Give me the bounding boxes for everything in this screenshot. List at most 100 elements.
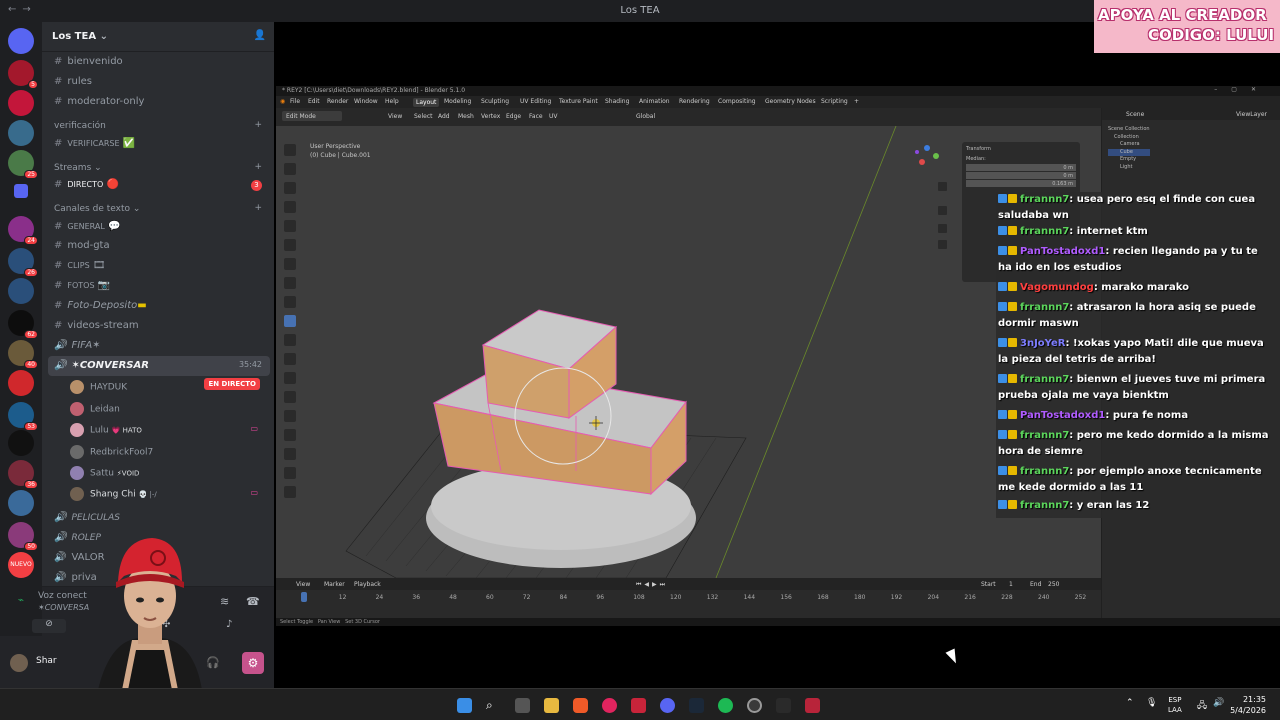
timeline[interactable]: View Marker Playback ⏮◀▶⏭ Start 1 End 25… — [276, 578, 1101, 618]
channel-item[interactable]: # videos-stream — [48, 316, 270, 336]
workspace-tab[interactable]: Scripting — [821, 98, 848, 105]
workspace-tab[interactable]: Layout — [413, 98, 440, 107]
playback-controls-icon[interactable]: ⏮◀▶⏭ — [636, 581, 668, 589]
window-controls-icon[interactable]: –▢✕ — [1214, 86, 1270, 93]
menu-vertex[interactable]: Vertex — [481, 113, 500, 120]
workspace-tab[interactable]: Animation — [639, 98, 670, 105]
voice-channel-active[interactable]: 🔊 ✶CONVERSAR 35:42 — [48, 356, 270, 376]
workspace-tab[interactable]: Compositing — [718, 98, 756, 105]
discord-icon[interactable] — [660, 698, 675, 713]
outliner-tree[interactable]: Scene Collection Collection Camera Cube … — [1108, 126, 1150, 171]
settings-gear-icon[interactable]: ⚙ — [242, 652, 264, 674]
server-icon[interactable]: 62 — [8, 310, 38, 339]
channel-item[interactable]: # DIRECTO 🔴 3 — [48, 175, 270, 195]
menu-face[interactable]: Face — [529, 113, 543, 120]
timeline-marker-menu[interactable]: Marker — [324, 581, 345, 588]
playhead[interactable] — [301, 592, 307, 602]
menu-file[interactable]: File — [290, 98, 300, 105]
voice-user[interactable]: RedbrickFool7 — [70, 441, 270, 461]
app-icon[interactable] — [805, 698, 820, 713]
soundboard-icon[interactable]: ♪ — [226, 619, 232, 630]
workspace-tab[interactable]: Rendering — [679, 98, 710, 105]
user-avatar[interactable] — [10, 654, 28, 672]
server-icon[interactable] — [8, 90, 34, 116]
mode-select[interactable]: Edit Mode — [282, 111, 342, 121]
menu-edit[interactable]: Edit — [308, 98, 320, 105]
start-frame-value[interactable]: 1 — [1009, 581, 1013, 588]
search-icon[interactable]: ⌕ — [486, 698, 501, 713]
folder-icon[interactable] — [14, 184, 28, 198]
menu-edge[interactable]: Edge — [506, 113, 521, 120]
channel-item[interactable]: # VERIFICARSE ✅ — [48, 134, 270, 154]
timeline-playback-menu[interactable]: Playback — [354, 581, 381, 588]
file-explorer-icon[interactable] — [544, 698, 559, 713]
network-icon[interactable]: 🖧 — [1197, 698, 1207, 714]
app-icon[interactable] — [631, 698, 646, 713]
server-icon[interactable] — [8, 278, 34, 304]
server-icon[interactable] — [8, 430, 34, 456]
voice-channel[interactable]: 🔊 PELICULAS — [48, 508, 270, 528]
channel-item[interactable]: # bienvenido — [48, 52, 270, 72]
menu-uv[interactable]: UV — [549, 113, 558, 120]
voice-user[interactable]: Shang Chi 💀 |-/▭ — [70, 483, 270, 503]
disconnect-icon[interactable]: ☎ — [246, 595, 260, 608]
channel-item[interactable]: # GENERAL 💬 — [48, 217, 270, 237]
server-icon[interactable] — [8, 370, 34, 396]
workspace-tab[interactable]: Texture Paint — [559, 98, 598, 105]
camera-off-button[interactable]: ⊘ — [32, 619, 66, 633]
discord-home-icon[interactable] — [8, 28, 34, 54]
end-frame-value[interactable]: 250 — [1048, 581, 1059, 588]
language-indicator[interactable]: ESP LAA — [1168, 695, 1182, 715]
steam-icon[interactable] — [689, 698, 704, 713]
workspace-tab[interactable]: Geometry Nodes — [765, 98, 816, 105]
menu-render[interactable]: Render — [327, 98, 348, 105]
orientation-select[interactable]: Global — [636, 113, 655, 120]
voice-user[interactable]: Leidan — [70, 398, 270, 418]
noise-suppression-icon[interactable]: ≋ — [220, 595, 229, 608]
channel-item[interactable]: # rules — [48, 72, 270, 92]
toolbar[interactable] — [284, 144, 298, 534]
server-icon[interactable]: 24 — [8, 216, 38, 245]
new-server-badge[interactable]: NUEVO — [8, 552, 34, 578]
start-icon[interactable] — [457, 698, 472, 713]
menu-help[interactable]: Help — [385, 98, 399, 105]
epic-games-icon[interactable] — [776, 698, 791, 713]
voice-user[interactable]: Lulu 💗 HATO ▭ — [70, 419, 270, 439]
obs-icon[interactable] — [747, 698, 762, 713]
invite-icon[interactable]: 👤 — [254, 30, 266, 41]
add-workspace-icon[interactable]: + — [854, 98, 859, 105]
server-icon[interactable]: 36 — [8, 460, 38, 489]
task-view-icon[interactable] — [515, 698, 530, 713]
menu-add[interactable]: Add — [438, 113, 450, 120]
brave-icon[interactable] — [573, 698, 588, 713]
server-header[interactable]: Los TEA ⌄ 👤 — [42, 22, 274, 52]
server-icon[interactable]: 25 — [8, 150, 38, 179]
channel-item[interactable]: # CLIPS 🎞 — [48, 256, 270, 276]
voice-user[interactable]: HAYDUK EN DIRECTO — [70, 376, 270, 396]
menu-window[interactable]: Window — [354, 98, 378, 105]
channel-item[interactable]: # moderator-only — [48, 92, 270, 112]
server-icon[interactable] — [8, 120, 34, 146]
volume-icon[interactable]: 🔊 — [1213, 698, 1224, 708]
tray-chevron-icon[interactable]: ⌃ — [1126, 698, 1134, 708]
clock[interactable]: 21:35 5/4/2026 — [1230, 694, 1266, 716]
server-icon[interactable]: 53 — [8, 402, 38, 431]
media-player-icon[interactable] — [602, 698, 617, 713]
menu-view[interactable]: View — [388, 113, 402, 120]
channel-item[interactable]: # Foto-Deposito▬ — [48, 296, 270, 316]
workspace-tab[interactable]: Shading — [605, 98, 629, 105]
server-icon[interactable]: 50 — [8, 522, 38, 551]
menu-select[interactable]: Select — [414, 113, 433, 120]
voice-user[interactable]: Sattu ⚡VOID — [70, 462, 270, 482]
server-icon[interactable]: 5 — [8, 60, 38, 89]
mic-icon[interactable]: 🎙 — [1146, 698, 1157, 708]
menu-mesh[interactable]: Mesh — [458, 113, 474, 120]
workspace-tab[interactable]: Sculpting — [481, 98, 509, 105]
spotify-icon[interactable] — [718, 698, 733, 713]
timeline-view-menu[interactable]: View — [296, 581, 310, 588]
server-icon[interactable]: 26 — [8, 248, 38, 277]
voice-channel[interactable]: 🔊 FIFA✶ — [48, 336, 270, 356]
workspace-tab[interactable]: Modeling — [444, 98, 471, 105]
server-icon[interactable] — [8, 490, 34, 516]
channel-item[interactable]: # mod-gta — [48, 236, 270, 256]
